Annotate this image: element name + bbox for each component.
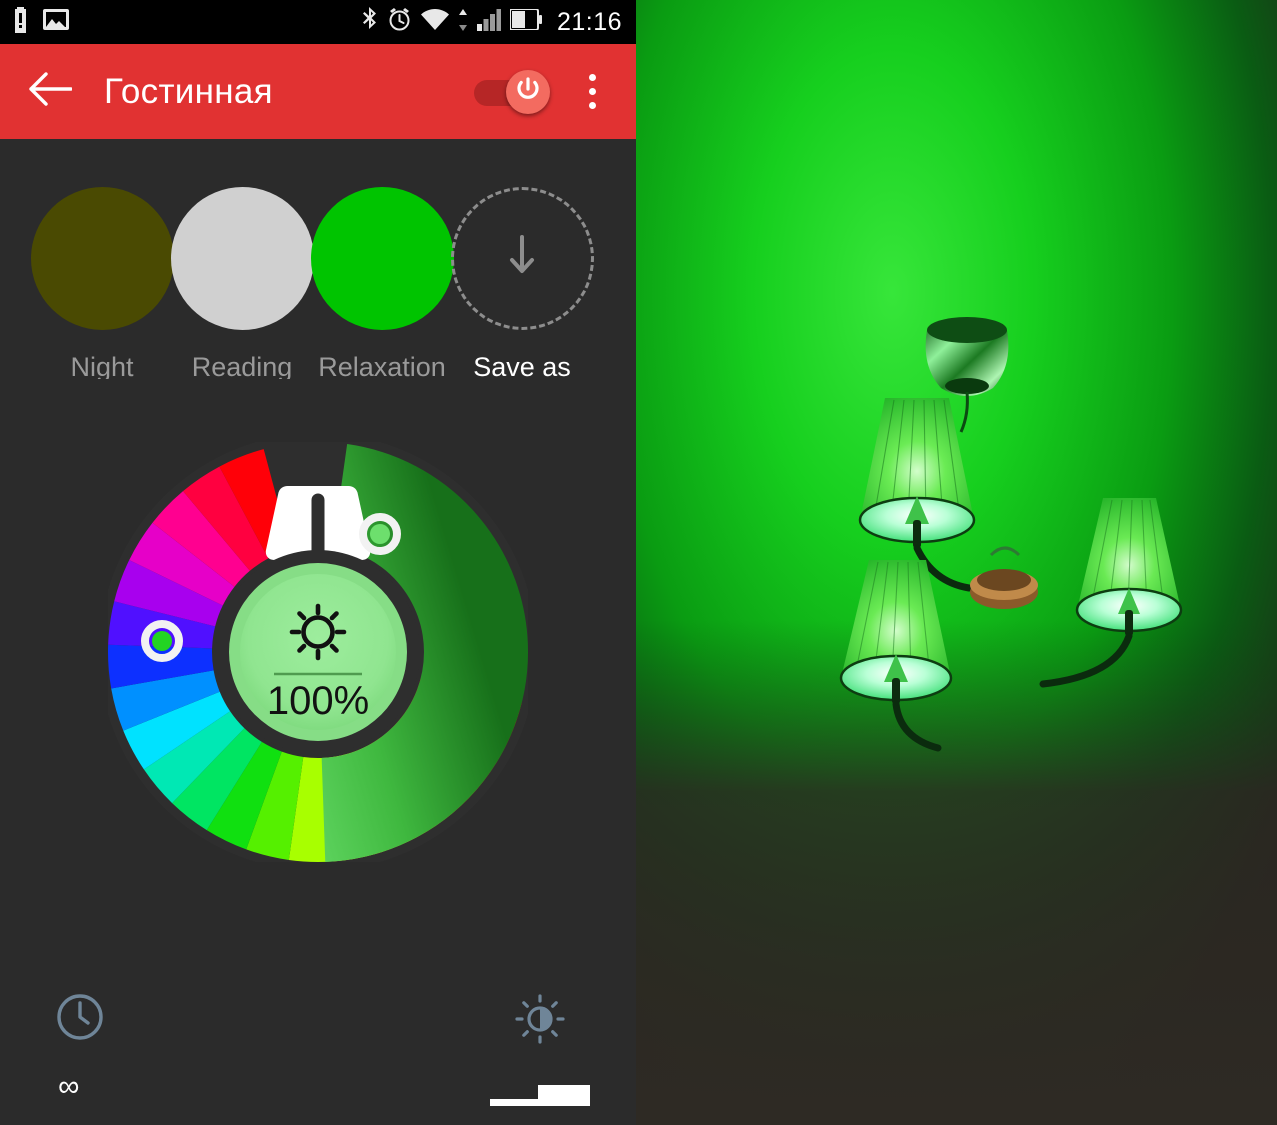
preset-label: Save as xyxy=(473,352,571,379)
brightness-contrast-icon[interactable] xyxy=(514,993,566,1050)
clock-icon[interactable] xyxy=(56,993,104,1046)
preset-label: Night xyxy=(70,352,134,379)
data-transfer-icon xyxy=(458,8,468,36)
status-bar: 21:16 xyxy=(0,0,636,44)
down-arrow-icon xyxy=(507,233,537,284)
toggle-thumb xyxy=(506,69,550,114)
power-toggle[interactable] xyxy=(474,69,550,114)
bluetooth-icon xyxy=(361,6,378,38)
signal-icon xyxy=(476,8,502,36)
color-wheel[interactable]: 100% xyxy=(108,441,528,862)
overflow-dot xyxy=(588,88,596,95)
brightness-control[interactable] xyxy=(490,993,590,1106)
phone-app-panel: 21:16 Гостинная Night Reading Relaxation… xyxy=(0,0,636,1125)
color-wheel-svg[interactable]: 100% xyxy=(108,441,528,862)
back-button[interactable] xyxy=(24,66,76,118)
status-bar-right-icons: 21:16 xyxy=(361,6,622,38)
app-bar: Гостинная xyxy=(0,44,636,139)
power-icon xyxy=(515,76,541,107)
overflow-menu-icon[interactable] xyxy=(572,66,612,118)
slider-thumb-high xyxy=(538,1085,590,1106)
preset-swatch xyxy=(30,187,174,330)
photo-icon xyxy=(43,9,69,35)
status-bar-left-icons xyxy=(12,6,69,38)
preset-swatch xyxy=(310,187,454,330)
preset-save-as[interactable]: Save as xyxy=(450,187,594,379)
overflow-dot xyxy=(588,102,596,109)
overflow-dot xyxy=(588,74,596,81)
app-bar-actions xyxy=(474,66,612,118)
brightness-value: 100% xyxy=(267,679,369,723)
page-title: Гостинная xyxy=(104,71,273,111)
chandelier-photo xyxy=(636,0,1277,1125)
timer-value: ∞ xyxy=(58,1070,80,1103)
screenshot-root: 21:16 Гостинная Night Reading Relaxation… xyxy=(0,0,1277,1125)
timer-control[interactable]: ∞ xyxy=(56,993,104,1102)
preset-swatch-dashed xyxy=(450,187,594,330)
color-wheel-section: 100% xyxy=(0,379,636,924)
preset-label: Reading xyxy=(191,352,293,379)
bottom-controls: ∞ xyxy=(0,975,636,1125)
chandelier-photo-svg xyxy=(636,0,1277,1125)
alarm-icon xyxy=(387,7,412,37)
status-bar-clock: 21:16 xyxy=(556,7,622,36)
battery-icon xyxy=(508,8,542,35)
preset-swatch xyxy=(170,187,314,330)
brightness-slider[interactable] xyxy=(490,1080,590,1106)
battery-alert-icon xyxy=(12,6,29,38)
wifi-icon xyxy=(420,8,449,36)
floor-fade xyxy=(636,620,1277,1125)
preset-reading[interactable]: Reading xyxy=(170,187,314,379)
back-arrow-icon xyxy=(28,72,73,111)
preset-label: Relaxation xyxy=(318,352,446,379)
preset-relaxation[interactable]: Relaxation xyxy=(310,187,454,379)
scene-presets-row[interactable]: Night Reading Relaxation Save as xyxy=(0,139,636,379)
preset-night[interactable]: Night xyxy=(30,187,174,379)
